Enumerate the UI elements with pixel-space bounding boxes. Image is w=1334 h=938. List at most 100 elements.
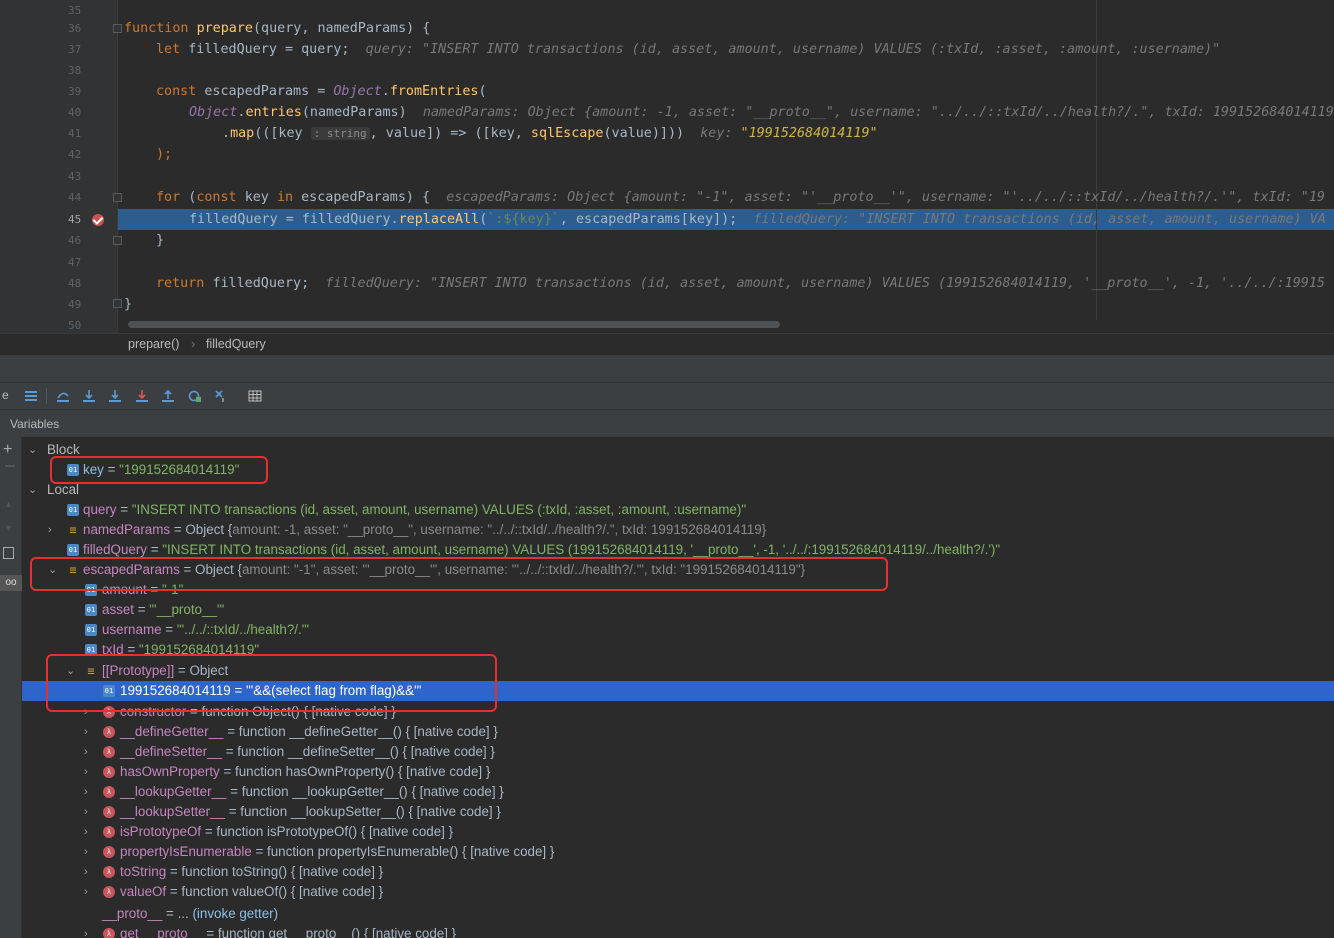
line-number: 49 [68, 298, 82, 311]
copy-icon[interactable] [3, 547, 14, 559]
move-up-icon[interactable]: ▲ [4, 499, 13, 509]
code-line-49[interactable]: } [124, 294, 132, 315]
tree-node-get-proto[interactable]: › λ get __proto__ = function get __proto… [22, 924, 1334, 938]
function-icon: λ [103, 826, 115, 838]
function-value: function __defineGetter__() { [native co… [238, 724, 498, 739]
code-line-48[interactable]: return filledQuery; filledQuery: "INSERT… [156, 273, 1325, 294]
code-line-46[interactable]: } [156, 230, 164, 251]
code-line-40[interactable]: Object.entries(namedParams) namedParams:… [189, 102, 1334, 123]
smart-step-into-icon[interactable] [135, 389, 149, 403]
chevron-right-icon[interactable]: › [84, 842, 96, 862]
code-line-36[interactable]: function prepare(query, namedParams) { [124, 18, 430, 39]
tree-node-function[interactable]: › λ __defineGetter__ = function __defineGe… [22, 722, 1334, 742]
show-execution-point-icon[interactable] [24, 389, 38, 403]
highlight-box [46, 654, 497, 712]
move-down-icon[interactable]: ▼ [4, 523, 13, 533]
line-number: 37 [68, 43, 82, 56]
line-number: 36 [68, 22, 82, 35]
fold-icon[interactable] [113, 299, 122, 308]
function-icon: λ [103, 766, 115, 778]
chevron-right-icon[interactable]: › [84, 862, 96, 882]
chevron-right-icon[interactable]: › [84, 782, 96, 802]
fold-icon[interactable] [113, 24, 122, 33]
tree-node-function[interactable]: › λ hasOwnProperty = function hasOwnProper… [22, 762, 1334, 782]
tree-node-function[interactable]: › λ valueOf = function valueOf() { [native… [22, 882, 1334, 902]
glasses-icon[interactable]: oo [0, 575, 22, 591]
function-icon: λ [103, 746, 115, 758]
chevron-right-icon[interactable]: › [84, 822, 96, 842]
chevron-right-icon[interactable]: › [84, 722, 96, 742]
primitive-icon: 01 [67, 504, 79, 516]
function-name: propertyIsEnumerable [120, 844, 252, 859]
code-line-37[interactable]: let filledQuery = query; query: "INSERT … [156, 39, 1220, 60]
function-value: function __lookupGetter__() { [native co… [241, 784, 504, 799]
add-watch-icon[interactable]: + [3, 441, 12, 459]
chevron-right-icon[interactable]: › [84, 882, 96, 902]
function-value: function valueOf() { [native code] } [181, 884, 384, 899]
code-line-41[interactable]: .map(([key : string, value]) => ([key, s… [222, 123, 878, 144]
tree-node-asset[interactable]: 01 asset = "'__proto__'" [22, 600, 1334, 620]
code-line-44[interactable]: for (const key in escapedParams) { escap… [156, 187, 1325, 208]
force-step-into-icon[interactable] [108, 389, 122, 403]
variables-tree[interactable]: ⌄ Block 01 key = "199152684014119" ⌄ Loc… [22, 437, 1334, 938]
tree-node-function[interactable]: › λ __defineSetter__ = function __defineSe… [22, 742, 1334, 762]
function-name: hasOwnProperty [120, 764, 220, 779]
tree-node-function[interactable]: › λ __lookupSetter__ = function __lookupSe… [22, 802, 1334, 822]
line-number: 44 [68, 191, 82, 204]
debug-toolbar: e [0, 383, 1334, 410]
horizontal-scrollbar[interactable] [128, 321, 780, 328]
step-over-icon[interactable] [56, 389, 70, 403]
tree-node-function[interactable]: › λ __lookupGetter__ = function __lookupGe… [22, 782, 1334, 802]
fold-icon[interactable] [113, 236, 122, 245]
tree-node-function[interactable]: › λ isPrototypeOf = function isPrototypeOf… [22, 822, 1334, 842]
run-to-cursor-icon[interactable] [188, 389, 202, 403]
function-value: function isPrototypeOf() { [native code]… [216, 824, 454, 839]
remove-watch-icon[interactable] [5, 465, 15, 467]
line-number: 43 [68, 170, 82, 183]
breadcrumb-item[interactable]: filledQuery [206, 337, 266, 351]
debug-tool-window-header [0, 355, 1334, 383]
tree-node-function[interactable]: › λ propertyIsEnumerable = function proper… [22, 842, 1334, 862]
breadcrumb-separator: › [191, 337, 196, 351]
code-line-42[interactable]: ); [156, 144, 172, 165]
breadcrumb-item[interactable]: prepare() [128, 337, 179, 351]
chevron-right-icon[interactable]: › [84, 924, 96, 938]
chevron-right-icon[interactable]: › [84, 742, 96, 762]
toolbar-separator [46, 388, 47, 404]
code-line-45[interactable]: filledQuery = filledQuery.replaceAll(`:$… [189, 209, 1326, 230]
code-line-39[interactable]: const escapedParams = Object.fromEntries… [156, 81, 487, 102]
fold-icon[interactable] [113, 193, 122, 202]
line-number: 50 [68, 319, 82, 332]
chevron-down-icon[interactable]: ⌄ [28, 440, 40, 460]
function-name: __lookupSetter__ [120, 804, 225, 819]
tree-node-query[interactable]: 01 query = "INSERT INTO transactions (id… [22, 500, 1334, 520]
primitive-icon: 01 [85, 604, 97, 616]
line-number: 48 [68, 277, 82, 290]
function-value: function hasOwnProperty() { [native code… [235, 764, 491, 779]
chevron-down-icon[interactable]: ⌄ [28, 480, 40, 500]
code-editor[interactable]: 35 36 37 38 39 40 41 42 43 44 45 46 47 4… [0, 0, 1334, 333]
function-icon: λ [103, 866, 115, 878]
tree-node-namedparams[interactable]: › ≡ namedParams = Object {amount: -1, as… [22, 520, 1334, 540]
function-icon: λ [103, 928, 115, 938]
primitive-icon: 01 [67, 544, 79, 556]
evaluate-expression-icon[interactable] [214, 389, 228, 403]
function-name: isPrototypeOf [120, 824, 202, 839]
tree-node-function[interactable]: › λ toString = function toString() { [nati… [22, 862, 1334, 882]
tree-node-username[interactable]: 01 username = "'../../::txId/../health?/… [22, 620, 1334, 640]
step-into-icon[interactable] [82, 389, 96, 403]
breadcrumb: prepare() › filledQuery [0, 333, 1334, 355]
line-number: 41 [68, 127, 82, 140]
function-value: function __defineSetter__() { [native co… [237, 744, 495, 759]
chevron-right-icon[interactable]: › [48, 520, 60, 540]
chevron-right-icon[interactable]: › [84, 802, 96, 822]
step-out-icon[interactable] [161, 389, 175, 403]
tree-node-proto-getter[interactable]: __proto__ = ... (invoke getter) [22, 904, 1334, 924]
line-number: 47 [68, 256, 82, 269]
function-icon: λ [103, 886, 115, 898]
breakpoint-icon[interactable] [92, 214, 104, 226]
chevron-right-icon[interactable]: › [84, 762, 96, 782]
toolbar-overflow-label: e [2, 388, 9, 402]
table-view-icon[interactable] [248, 389, 262, 403]
function-icon: λ [103, 806, 115, 818]
